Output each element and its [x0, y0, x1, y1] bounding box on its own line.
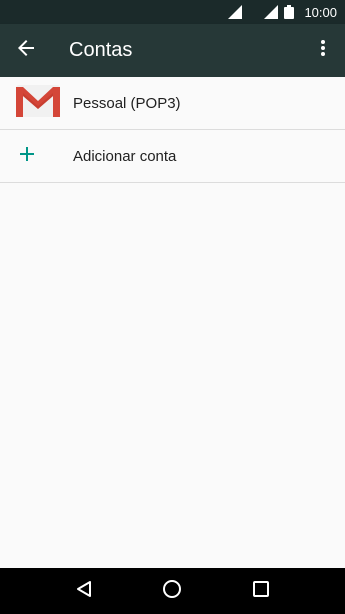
- back-button[interactable]: [0, 24, 52, 77]
- page-title: Contas: [69, 39, 133, 61]
- list-item-account-pessoal[interactable]: Pessoal (POP3): [0, 77, 345, 130]
- accounts-list: Pessoal (POP3) Adicionar conta: [0, 77, 345, 183]
- navigation-bar: [0, 568, 345, 614]
- home-circle-icon: [162, 579, 182, 604]
- add-account-label: Adicionar conta: [73, 147, 177, 165]
- arrow-back-icon: [17, 39, 35, 62]
- more-options-button[interactable]: [301, 24, 345, 77]
- battery-icon: [284, 5, 295, 19]
- nav-back-button[interactable]: [64, 571, 104, 611]
- list-item-add-account[interactable]: Adicionar conta: [0, 130, 345, 183]
- signal-icon: [228, 5, 243, 19]
- more-vert-icon: [320, 39, 326, 62]
- app-bar: Contas: [0, 24, 345, 77]
- nav-home-button[interactable]: [152, 571, 192, 611]
- back-triangle-icon: [75, 580, 93, 603]
- add-icon-wrap: [0, 130, 73, 183]
- screen: 10:00 Contas Pessoal (POP3) Adicionar co…: [0, 0, 345, 614]
- recents-square-icon: [252, 580, 269, 602]
- status-bar: 10:00: [0, 0, 345, 24]
- gmail-icon: [16, 84, 60, 122]
- signal-icon: [264, 5, 279, 19]
- gmail-icon-wrap: [0, 77, 73, 130]
- status-time: 10:00: [304, 4, 337, 20]
- nav-recents-button[interactable]: [241, 571, 281, 611]
- account-label: Pessoal (POP3): [73, 94, 181, 112]
- add-icon: [20, 146, 34, 166]
